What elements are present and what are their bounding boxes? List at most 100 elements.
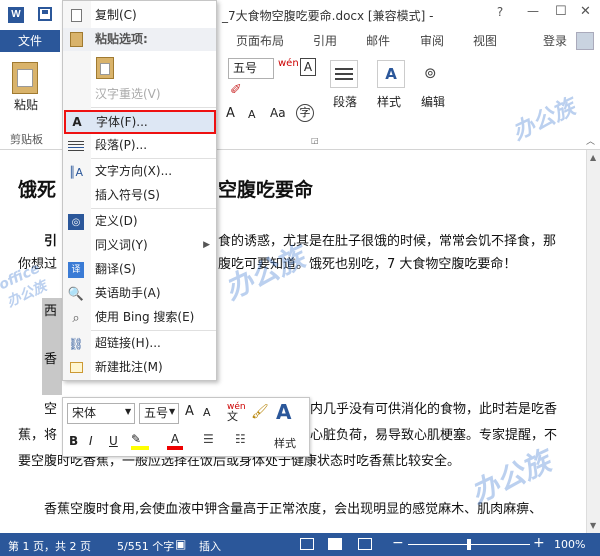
change-case-icon[interactable]: Aa bbox=[270, 106, 286, 120]
zoom-slider-thumb[interactable] bbox=[467, 539, 471, 550]
enclose-char-icon[interactable]: 字 bbox=[296, 104, 314, 122]
styles-group-label[interactable]: 样式 bbox=[377, 93, 401, 110]
grow-font-icon[interactable]: A bbox=[185, 404, 194, 419]
paragraph-body-line2-left: 蕉，将 bbox=[18, 428, 58, 443]
read-mode-icon[interactable] bbox=[300, 538, 314, 550]
font-color-icon[interactable]: A bbox=[167, 432, 183, 450]
underline-button[interactable]: U bbox=[109, 434, 118, 448]
menu-item-font[interactable]: A 字体(F)... bbox=[64, 110, 216, 134]
menu-separator bbox=[91, 330, 216, 331]
phonetic-guide-icon[interactable]: wén 文 bbox=[227, 402, 246, 423]
maximize-button[interactable]: ☐ bbox=[555, 4, 567, 19]
status-bar: 第 1 页，共 2 页 5/551 个字 ▣ 插入 − + 100% bbox=[0, 533, 600, 556]
menu-item-english-assistant[interactable]: 🔍 英语助手(A) bbox=[63, 282, 216, 305]
menu-item-reconvert[interactable]: 汉字重选(V) bbox=[63, 83, 216, 106]
list-item-2: 香 bbox=[44, 352, 58, 367]
ribbon-font-size-select[interactable]: 五号 bbox=[228, 58, 274, 79]
shrink-font-icon[interactable]: A bbox=[248, 108, 256, 121]
chevron-down-icon[interactable]: ▼ bbox=[125, 407, 131, 416]
context-menu: 复制(C) 粘贴选项: 汉字重选(V) A 字体(F)... 段落(P)... … bbox=[62, 0, 217, 381]
paragraph-body-line2-right: 心脏负荷，易导致心肌梗塞。专家提醒，不 bbox=[310, 428, 558, 443]
paragraph-group-label[interactable]: 段落 bbox=[333, 93, 357, 110]
grow-font-icon[interactable]: A bbox=[226, 106, 235, 121]
dialog-launcher-icon[interactable]: ◲ bbox=[311, 136, 319, 145]
italic-button[interactable]: I bbox=[89, 434, 93, 448]
menu-item-insert-symbol[interactable]: 插入符号(S) bbox=[63, 184, 216, 207]
menu-item-translate[interactable]: 译 翻译(S) bbox=[63, 258, 216, 281]
close-button[interactable]: ✕ bbox=[580, 4, 591, 19]
menu-item-hyperlink[interactable]: ⛓ 超链接(H)... bbox=[63, 332, 216, 355]
menu-separator bbox=[91, 208, 216, 209]
paste-button-label[interactable]: 粘贴 bbox=[14, 96, 38, 113]
help-button[interactable]: ? bbox=[492, 5, 508, 23]
numbering-icon[interactable]: ☷ bbox=[235, 432, 246, 446]
web-layout-icon[interactable] bbox=[358, 538, 372, 550]
binoculars-icon[interactable]: ⊚ bbox=[424, 64, 437, 82]
paragraph-group-icon[interactable] bbox=[330, 60, 358, 88]
hyperlink-icon: ⛓ bbox=[68, 336, 84, 351]
mini-toolbar: 宋体 ▼ 五号 ▼ A A wén 文 🖌 A 样式 B I U ✎ A ☰ ☷ bbox=[62, 397, 310, 457]
chevron-down-icon[interactable]: ▼ bbox=[169, 407, 175, 416]
tab-review[interactable]: 审阅 bbox=[420, 30, 444, 52]
collapse-ribbon-icon[interactable]: ︿ bbox=[586, 134, 595, 147]
paragraph-icon bbox=[68, 138, 84, 154]
word-logo-icon[interactable]: W bbox=[8, 7, 24, 23]
clear-format-icon[interactable]: ✐ bbox=[230, 82, 242, 98]
save-icon[interactable] bbox=[38, 7, 52, 21]
styles-icon[interactable]: A bbox=[276, 400, 291, 424]
phonetic-guide-icon[interactable]: wén bbox=[278, 58, 299, 69]
keep-text-only-paste-icon[interactable] bbox=[96, 57, 114, 79]
mini-styles-label[interactable]: 样式 bbox=[274, 435, 296, 451]
paragraph-body-line1-left: 空 bbox=[44, 402, 58, 417]
print-layout-icon[interactable] bbox=[328, 538, 342, 550]
tab-file[interactable]: 文件 bbox=[0, 30, 60, 52]
user-avatar-icon[interactable] bbox=[576, 32, 594, 50]
menu-item-synonyms[interactable]: 同义词(Y) ▶ bbox=[63, 234, 216, 257]
menu-item-bing-search[interactable]: ⌕ 使用 Bing 搜索(E) bbox=[63, 306, 216, 329]
tab-mailings[interactable]: 邮件 bbox=[366, 30, 390, 52]
format-painter-icon[interactable]: 🖌 bbox=[251, 404, 269, 420]
window-title: _7大食物空腹吃要命.docx [兼容模式] - bbox=[222, 9, 434, 23]
insert-mode[interactable]: 插入 bbox=[199, 538, 221, 554]
paste-large-icon[interactable] bbox=[12, 62, 38, 94]
text-direction-icon: ║A bbox=[68, 165, 84, 179]
highlight-icon[interactable]: ✎ bbox=[131, 432, 149, 450]
paragraph-body-line1-right: 内几乎没有可供消化的食物，此时若是吃香 bbox=[310, 402, 558, 417]
define-icon: ◎ bbox=[68, 214, 84, 230]
bold-button[interactable]: B bbox=[69, 434, 78, 448]
menu-section-paste-options: 粘贴选项: bbox=[63, 28, 216, 51]
font-icon: A bbox=[72, 114, 82, 129]
styles-group-icon[interactable]: A bbox=[377, 60, 405, 88]
char-border-icon[interactable]: A bbox=[300, 58, 316, 76]
zoom-out-button[interactable]: − bbox=[392, 535, 404, 551]
menu-separator bbox=[91, 107, 216, 108]
menu-item-paragraph[interactable]: 段落(P)... bbox=[63, 134, 216, 157]
menu-item-copy[interactable]: 复制(C) bbox=[63, 4, 216, 27]
minimize-button[interactable]: — bbox=[527, 4, 539, 18]
tab-view[interactable]: 视图 bbox=[473, 30, 497, 52]
shrink-font-icon[interactable]: A bbox=[203, 406, 211, 419]
menu-item-text-direction[interactable]: ║A 文字方向(X)... bbox=[63, 160, 216, 183]
proofing-icon[interactable]: ▣ bbox=[175, 537, 186, 551]
bing-search-icon: ⌕ bbox=[72, 310, 80, 326]
bullets-icon[interactable]: ☰ bbox=[203, 432, 214, 446]
editing-group-label[interactable]: 编辑 bbox=[421, 93, 445, 110]
vertical-scrollbar[interactable]: ▲ ▼ bbox=[586, 150, 600, 533]
menu-item-new-comment[interactable]: 新建批注(M) bbox=[63, 356, 216, 379]
clipboard-group-label: 剪贴板 bbox=[10, 133, 43, 146]
tab-references[interactable]: 引用 bbox=[313, 30, 337, 52]
login-link[interactable]: 登录 bbox=[543, 30, 567, 52]
tab-page-layout[interactable]: 页面布局 bbox=[236, 30, 284, 52]
zoom-level[interactable]: 100% bbox=[554, 538, 585, 551]
menu-separator bbox=[91, 158, 216, 159]
paragraph-intro-start: 引 bbox=[44, 234, 58, 249]
word-count[interactable]: 5/551 个字 bbox=[117, 538, 174, 554]
page-count[interactable]: 第 1 页，共 2 页 bbox=[8, 538, 91, 554]
zoom-in-button[interactable]: + bbox=[533, 535, 545, 551]
copy-icon bbox=[71, 9, 82, 22]
translate-icon: 译 bbox=[68, 262, 84, 278]
list-item-1: 西 bbox=[44, 304, 58, 319]
heading-right: 空腹吃要命 bbox=[218, 179, 314, 201]
menu-item-define[interactable]: ◎ 定义(D) bbox=[63, 210, 216, 233]
heading-left: 饿死 bbox=[18, 179, 57, 201]
